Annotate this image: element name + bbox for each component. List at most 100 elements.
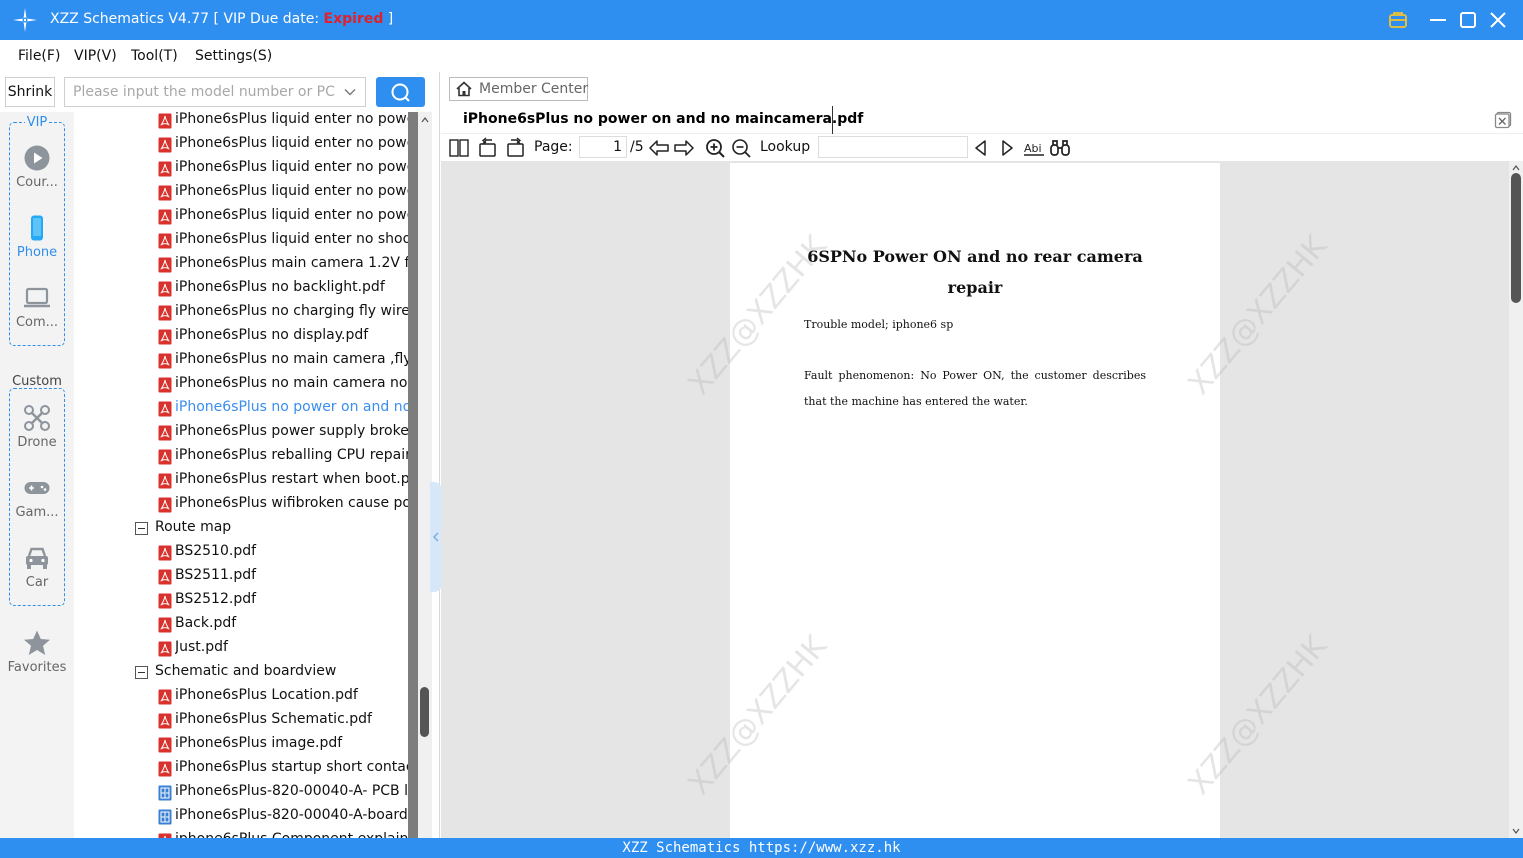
category-favorites[interactable]: Favorites bbox=[0, 629, 74, 675]
page-number-input[interactable] bbox=[579, 136, 627, 158]
tree-file-item[interactable]: iPhone6sPlus liquid enter no power bbox=[74, 157, 408, 181]
tree-file-item[interactable]: iPhone6sPlus liquid enter no power bbox=[74, 181, 408, 205]
tree-file-label: Back.pdf bbox=[175, 615, 237, 631]
tree-file-item[interactable]: iPhone6sPlus main camera 1.2V fil bbox=[74, 253, 408, 277]
tree-file-item[interactable]: iphone6sPlus Component explain bbox=[74, 829, 408, 838]
tree-file-item[interactable]: iPhone6sPlus liquid enter no power bbox=[74, 133, 408, 157]
tree-file-item[interactable]: iPhone6sPlus power supply broken bbox=[74, 421, 408, 445]
tree-scrollbar[interactable] bbox=[418, 112, 432, 838]
tree-file-item[interactable]: iPhone6sPlus no main camera ,fly bbox=[74, 349, 408, 373]
two-page-view-icon[interactable] bbox=[448, 137, 470, 159]
minimize-icon[interactable] bbox=[1426, 8, 1450, 32]
vip-group-label: VIP bbox=[24, 115, 50, 130]
lookup-label: Lookup bbox=[760, 139, 811, 155]
tree-file-item[interactable]: iPhone6sPlus no charging fly wire bbox=[74, 301, 408, 325]
model-search-input[interactable] bbox=[65, 78, 335, 106]
collapse-icon[interactable] bbox=[135, 522, 148, 535]
category-phone[interactable]: Phone bbox=[0, 214, 74, 260]
tree-file-label: iPhone6sPlus no display.pdf bbox=[175, 327, 369, 343]
tree-file-item[interactable]: Back.pdf bbox=[74, 613, 408, 637]
menu-vip[interactable]: VIP(V) bbox=[74, 48, 117, 64]
tree-file-label: iPhone6sPlus no main camera no bbox=[175, 375, 408, 391]
tree-file-item[interactable]: iPhone6sPlus no backlight.pdf bbox=[74, 277, 408, 301]
tree-scrollbar-thumb[interactable] bbox=[420, 687, 429, 737]
tree-folder-label: Route map bbox=[155, 519, 232, 535]
zoom-out-icon[interactable] bbox=[730, 137, 752, 159]
viewer-scrollbar-thumb[interactable] bbox=[1511, 173, 1521, 303]
pdf-file-icon bbox=[158, 593, 172, 609]
member-center-button[interactable]: Member Center bbox=[449, 77, 588, 101]
category-courses[interactable]: Cour... bbox=[0, 144, 74, 190]
scroll-up-icon[interactable] bbox=[1512, 164, 1520, 172]
tree-file-item[interactable]: BS2512.pdf bbox=[74, 589, 408, 613]
tree-folder[interactable]: Schematic and boardview bbox=[74, 661, 408, 685]
pdf-viewer[interactable]: XZZ@XZZHK XZZ@XZZHK XZZ@XZZHK XZZ@XZZHK … bbox=[441, 161, 1509, 838]
zoom-in-icon[interactable] bbox=[704, 137, 726, 159]
rotate-left-icon[interactable] bbox=[477, 137, 499, 159]
chevron-down-icon[interactable] bbox=[343, 85, 357, 99]
tree-file-item[interactable]: iPhone6sPlus no power on and no bbox=[74, 397, 408, 421]
tree-file-label: iPhone6sPlus-820-00040-A-boardv bbox=[175, 807, 408, 823]
tree-file-item[interactable]: iPhone6sPlus liquid enter no power bbox=[74, 112, 408, 133]
shrink-button[interactable]: Shrink bbox=[5, 77, 55, 107]
tree-file-item[interactable]: iPhone6sPlus-820-00040-A- PCB la bbox=[74, 781, 408, 805]
tree-file-item[interactable]: iPhone6sPlus restart when boot.pdf bbox=[74, 469, 408, 493]
tree-file-item[interactable]: iPhone6sPlus Location.pdf bbox=[74, 685, 408, 709]
category-drone[interactable]: Drone bbox=[0, 404, 74, 450]
viewer-scrollbar[interactable] bbox=[1509, 161, 1523, 838]
tree-file-item[interactable]: iPhone6sPlus-820-00040-A-boardv bbox=[74, 805, 408, 829]
tree-file-item[interactable]: iPhone6sPlus wifibroken cause po bbox=[74, 493, 408, 517]
close-tab-icon[interactable] bbox=[1494, 111, 1512, 129]
pdf-toolbar: Page: /5 Lookup Abi bbox=[441, 134, 1523, 161]
category-label: Gam... bbox=[15, 505, 59, 520]
tree-file-label: Just.pdf bbox=[175, 639, 228, 655]
binoculars-icon[interactable] bbox=[1049, 137, 1071, 159]
tree-file-item[interactable]: iPhone6sPlus liquid enter no power bbox=[74, 205, 408, 229]
find-previous-icon[interactable] bbox=[970, 137, 992, 159]
tree-file-item[interactable]: BS2511.pdf bbox=[74, 565, 408, 589]
menu-file[interactable]: File(F) bbox=[18, 48, 60, 64]
model-search-box[interactable] bbox=[64, 77, 366, 107]
tree-folder[interactable]: Route map bbox=[74, 517, 408, 541]
previous-page-icon[interactable] bbox=[648, 137, 670, 159]
collapse-icon[interactable] bbox=[135, 666, 148, 679]
tree-file-item[interactable]: iPhone6sPlus reballing CPU repair bbox=[74, 445, 408, 469]
tree-file-item[interactable]: BS2510.pdf bbox=[74, 541, 408, 565]
tree-file-item[interactable]: iPhone6sPlus no display.pdf bbox=[74, 325, 408, 349]
menu-tool[interactable]: Tool(T) bbox=[131, 48, 178, 64]
tree-file-item[interactable]: iPhone6sPlus liquid enter no shoot bbox=[74, 229, 408, 253]
maximize-icon[interactable] bbox=[1456, 8, 1480, 32]
rotate-right-icon[interactable] bbox=[504, 137, 526, 159]
tree-folder-label: Schematic and boardview bbox=[155, 663, 337, 679]
tree-file-item[interactable]: iPhone6sPlus no main camera no bbox=[74, 373, 408, 397]
pdf-file-icon bbox=[158, 185, 172, 201]
category-game[interactable]: Gam... bbox=[0, 474, 74, 520]
category-label: Car bbox=[25, 575, 49, 590]
tree-file-item[interactable]: iPhone6sPlus Schematic.pdf bbox=[74, 709, 408, 733]
tree-file-item[interactable]: Just.pdf bbox=[74, 637, 408, 661]
match-case-icon[interactable]: Abi bbox=[1023, 137, 1045, 159]
phone-icon bbox=[31, 215, 43, 241]
pdf-file-icon bbox=[158, 137, 172, 153]
tree-file-label: iPhone6sPlus wifibroken cause po bbox=[175, 495, 408, 511]
menu-settings[interactable]: Settings(S) bbox=[195, 48, 272, 64]
scroll-up-icon[interactable] bbox=[421, 116, 429, 124]
document-tab[interactable]: iPhone6sPlus no power on and no maincame… bbox=[441, 106, 863, 134]
category-computer[interactable]: Com... bbox=[0, 284, 74, 330]
next-page-icon[interactable] bbox=[673, 137, 695, 159]
wallet-icon[interactable] bbox=[1386, 8, 1410, 32]
pcb-file-icon bbox=[158, 785, 172, 801]
pdf-file-icon bbox=[158, 569, 172, 585]
pdf-file-icon bbox=[158, 257, 172, 273]
tree-file-item[interactable]: iPhone6sPlus image.pdf bbox=[74, 733, 408, 757]
tree-file-label: iPhone6sPlus no charging fly wire bbox=[175, 303, 408, 319]
tree-file-label: iPhone6sPlus startup short contact bbox=[175, 759, 408, 775]
pdf-file-icon bbox=[158, 281, 172, 297]
lookup-input[interactable] bbox=[818, 136, 968, 158]
find-next-icon[interactable] bbox=[996, 137, 1018, 159]
scroll-down-icon[interactable] bbox=[1512, 827, 1520, 835]
search-button[interactable] bbox=[376, 77, 425, 107]
close-icon[interactable] bbox=[1486, 8, 1510, 32]
tree-file-item[interactable]: iPhone6sPlus startup short contact bbox=[74, 757, 408, 781]
category-car[interactable]: Car bbox=[0, 544, 74, 590]
